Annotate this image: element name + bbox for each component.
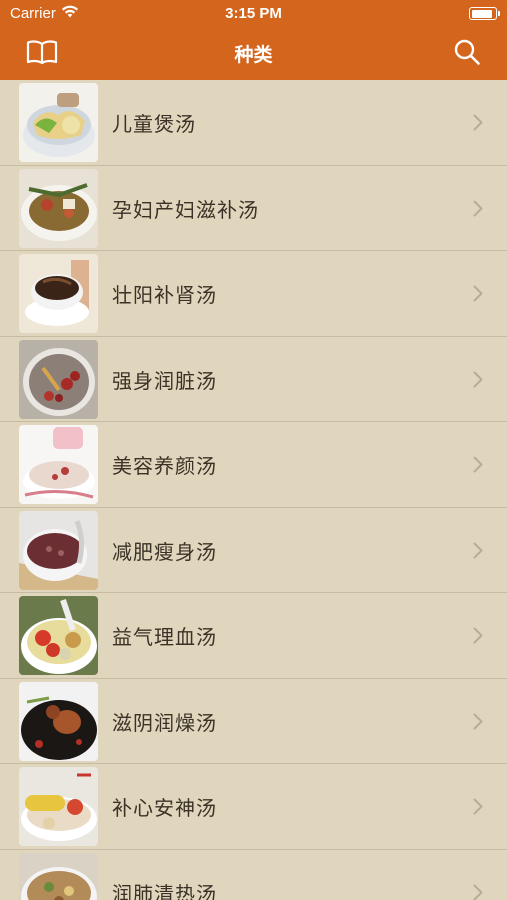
category-label: 孕妇产妇滋补汤 <box>112 197 259 222</box>
category-label: 益气理血汤 <box>112 625 217 649</box>
chevron-right-icon <box>473 884 483 900</box>
list-item[interactable]: 补心安神汤 <box>0 764 507 850</box>
navigation-bar: 种类 <box>0 28 507 80</box>
chevron-right-icon <box>473 713 483 734</box>
status-bar: Carrier 3:15 PM <box>0 0 507 28</box>
page-title: 种类 <box>234 44 273 66</box>
category-label: 滋阴润燥汤 <box>112 710 217 735</box>
category-label: 美容养颜汤 <box>112 454 217 478</box>
chevron-right-icon <box>473 798 483 819</box>
status-time: 3:15 PM <box>225 5 282 22</box>
list-item[interactable]: 孕妇产妇滋补汤 <box>0 166 507 251</box>
chevron-right-icon <box>473 456 483 477</box>
list-item[interactable]: 儿童煲汤 <box>0 80 507 166</box>
category-thumbnail <box>19 254 98 333</box>
list-item[interactable]: 益气理血汤 <box>0 593 507 679</box>
category-label: 强身润脏汤 <box>112 368 217 393</box>
list-item[interactable]: 滋阴润燥汤 <box>0 679 507 764</box>
category-label: 减肥瘦身汤 <box>112 539 217 564</box>
chevron-right-icon <box>473 542 483 563</box>
category-thumbnail <box>19 510 98 590</box>
category-thumbnail <box>19 767 98 846</box>
category-list: 儿童煲汤孕妇产妇滋补汤 壮阳补肾汤强身润脏汤美容养颜汤减肥瘦身汤益气理血汤滋阴润燥… <box>0 80 507 900</box>
category-label: 润肺清热汤 <box>112 881 217 900</box>
category-thumbnail <box>19 681 98 761</box>
category-label: 壮阳补肾汤 <box>112 283 217 307</box>
search-button[interactable] <box>449 36 485 72</box>
chevron-right-icon <box>473 200 483 221</box>
category-thumbnail <box>19 168 98 248</box>
chevron-right-icon <box>473 627 483 648</box>
category-thumbnail <box>19 425 98 504</box>
search-icon <box>453 38 481 70</box>
battery-icon <box>469 7 500 20</box>
list-item[interactable]: 强身润脏汤 <box>0 337 507 422</box>
category-thumbnail <box>19 852 98 900</box>
list-item[interactable]: 润肺清热汤 <box>0 850 507 900</box>
category-label: 补心安神汤 <box>112 796 217 820</box>
category-thumbnail <box>19 83 98 162</box>
category-thumbnail <box>19 596 98 675</box>
category-thumbnail <box>19 339 98 419</box>
chevron-right-icon <box>473 285 483 306</box>
category-label: 儿童煲汤 <box>112 112 196 136</box>
list-item[interactable]: 壮阳补肾汤 <box>0 251 507 337</box>
chevron-right-icon <box>473 371 483 392</box>
chevron-right-icon <box>473 114 483 135</box>
list-item[interactable]: 美容养颜汤 <box>0 422 507 508</box>
list-item[interactable]: 减肥瘦身汤 <box>0 508 507 593</box>
header: Carrier 3:15 PM 种类 <box>0 0 507 80</box>
